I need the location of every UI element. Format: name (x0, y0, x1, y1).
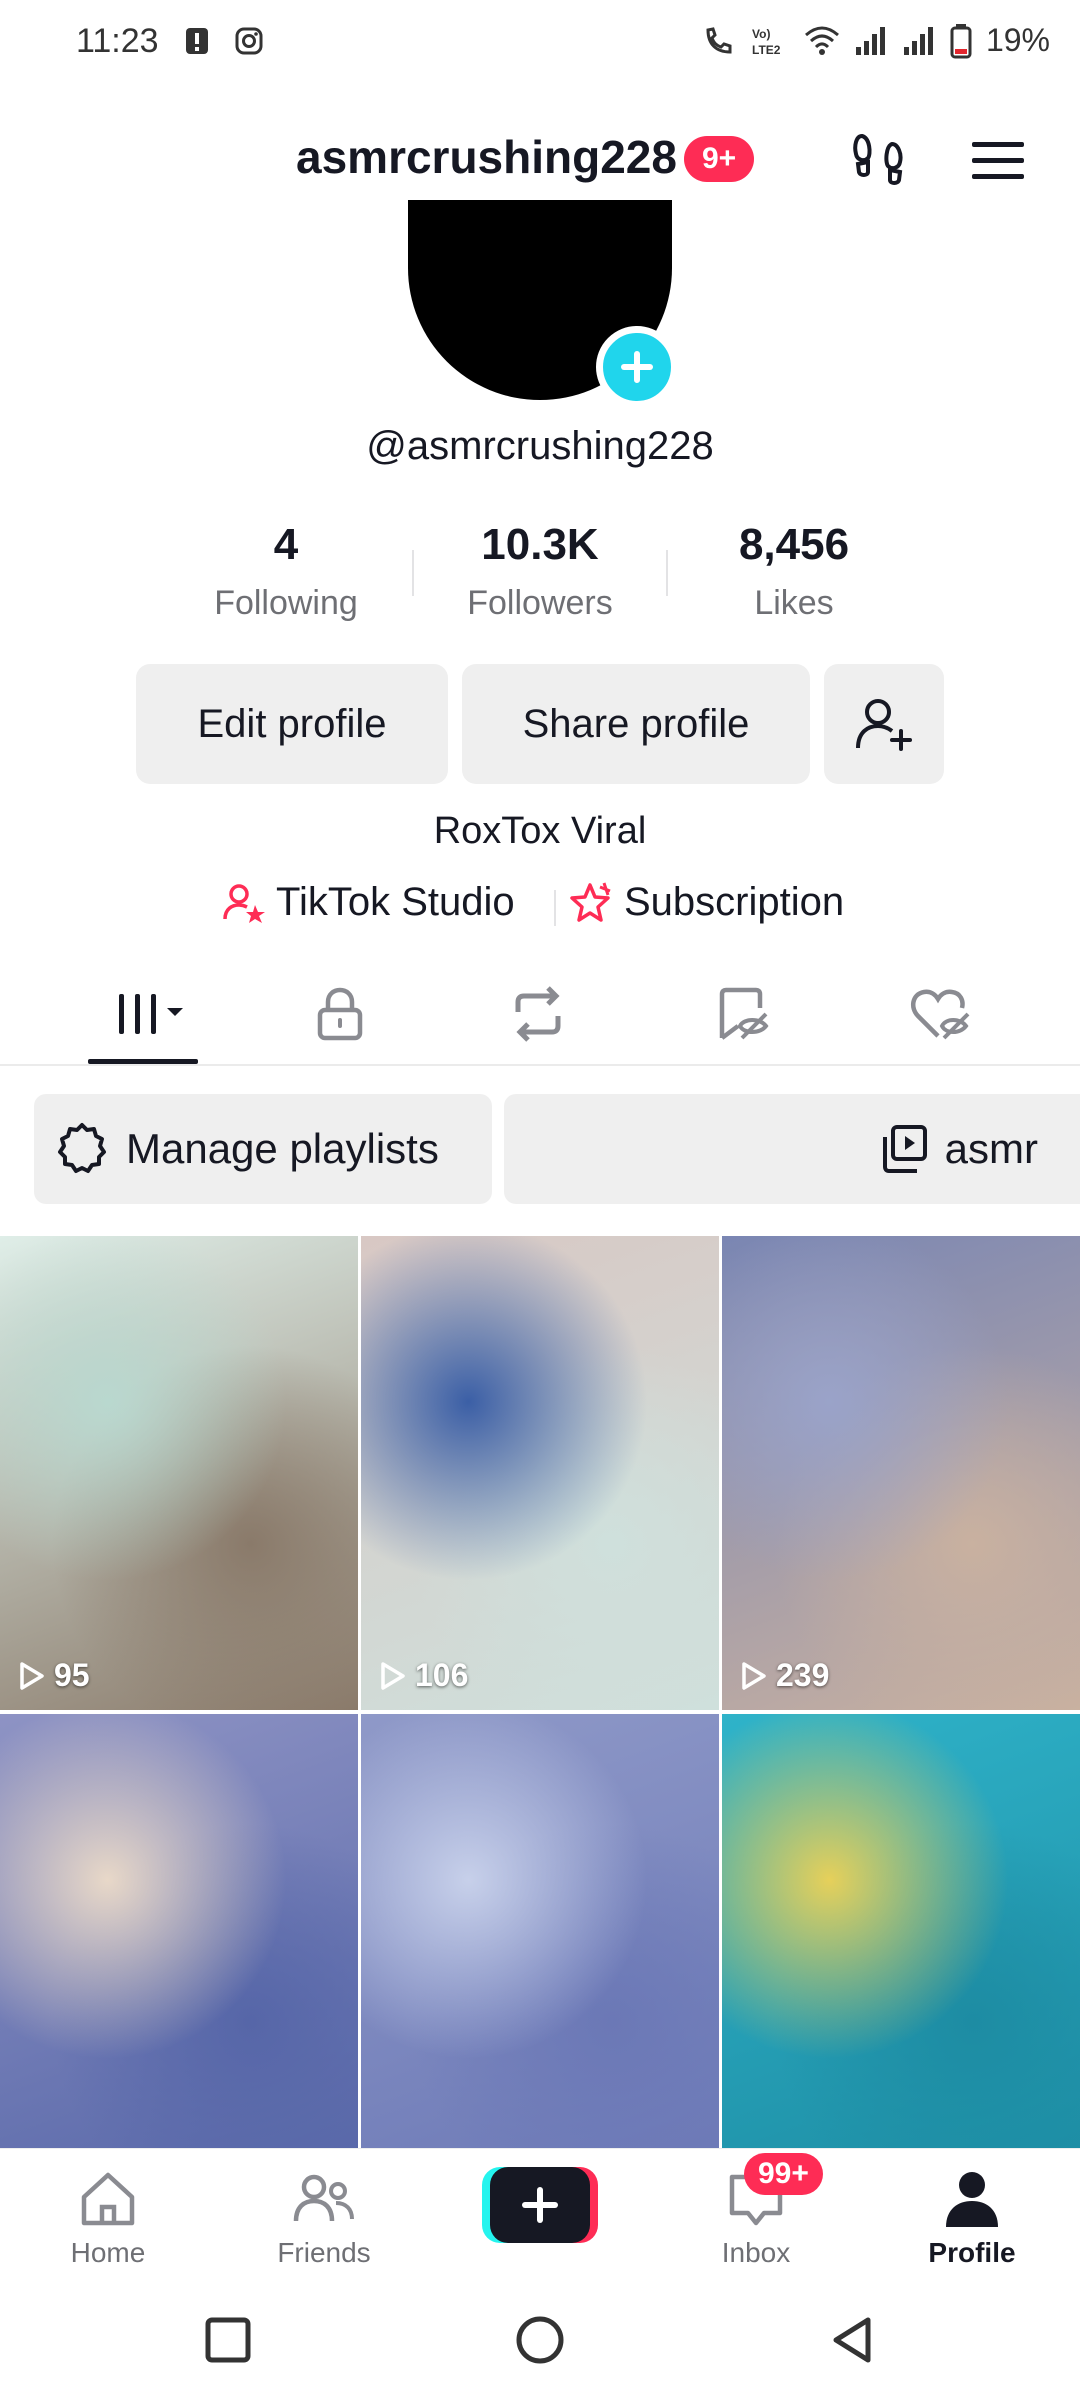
share-profile-button[interactable]: Share profile (462, 664, 810, 784)
tab-liked[interactable] (900, 982, 980, 1046)
view-count: 106 (377, 1657, 468, 1694)
subscription-link[interactable]: Subscription (570, 880, 844, 925)
view-count-value: 95 (54, 1657, 90, 1693)
stat-likes[interactable]: 8,456 Likes (674, 520, 914, 623)
create-button[interactable] (482, 2167, 598, 2243)
playlist-icon (882, 1125, 927, 1173)
tab-videos[interactable] (104, 982, 204, 1046)
manage-playlists-button[interactable]: Manage playlists (34, 1094, 492, 1204)
edit-profile-button[interactable]: Edit profile (136, 664, 448, 784)
video-thumbnail[interactable] (361, 1714, 719, 2148)
studio-icon (223, 883, 265, 923)
view-count: 239 (738, 1657, 829, 1694)
menu-icon[interactable] (966, 128, 1030, 192)
add-friend-button[interactable] (824, 664, 944, 784)
svg-text:LTE2: LTE2 (752, 43, 781, 57)
stat-likes-label: Likes (754, 584, 834, 622)
view-count-value: 106 (415, 1657, 469, 1693)
call-icon (706, 26, 732, 54)
wifi-icon (804, 26, 839, 55)
subscription-star-icon (570, 882, 611, 922)
svg-text:Vo): Vo) (752, 27, 770, 41)
video-thumbnail[interactable] (722, 1714, 1080, 2148)
nav-friends[interactable]: Friends (244, 2167, 404, 2269)
nav-inbox-label: Inbox (721, 2237, 791, 2268)
profile-icon (946, 2172, 998, 2227)
active-tab-indicator (88, 1059, 198, 1064)
stat-following-label: Following (214, 584, 358, 622)
stat-likes-value: 8,456 (738, 520, 850, 569)
signal-icon-2 (903, 26, 933, 55)
repost-icon (515, 986, 561, 1042)
stat-followers[interactable]: 10.3K Followers (420, 520, 660, 623)
nav-friends-label: Friends (277, 2237, 371, 2268)
lock-icon (317, 987, 363, 1041)
alert-icon (186, 28, 208, 54)
profile-bio: RoxTox Viral (433, 810, 647, 852)
video-thumbnail[interactable] (0, 1714, 358, 2148)
friends-icon (293, 2174, 354, 2222)
view-count: 95 (16, 1657, 90, 1694)
stat-followers-label: Followers (467, 584, 613, 622)
content-tabs (0, 960, 1080, 1066)
play-icon (381, 1661, 405, 1690)
account-notification-badge[interactable]: 9+ (684, 136, 755, 182)
profile-handle: @asmrcrushing228 (366, 424, 714, 468)
video-grid: 95 106 239 (0, 1236, 1080, 2148)
gear-icon (58, 1123, 106, 1173)
nav-home-label: Home (70, 2237, 146, 2268)
video-thumbnail[interactable]: 95 (0, 1236, 358, 1710)
profile-stats: 4 Following 10.3K Followers 8,456 Likes (0, 520, 1080, 630)
status-bar: 11:23 Vo) LTE2 19% (0, 0, 1080, 88)
heart-hidden-icon (910, 989, 970, 1040)
tab-private[interactable] (300, 982, 380, 1046)
system-navigation-bar (0, 2278, 1080, 2400)
volte-icon: Vo) LTE2 (752, 27, 781, 57)
playlist-chip-asmr[interactable]: asmr (504, 1094, 1080, 1204)
nav-profile[interactable]: Profile (892, 2167, 1052, 2269)
inbox-badge: 99+ (744, 2153, 823, 2195)
subscription-label: Subscription (624, 880, 845, 924)
video-thumbnail[interactable]: 239 (722, 1236, 1080, 1710)
battery-level: 19% (985, 22, 1050, 58)
bookmark-hidden-icon (719, 987, 769, 1040)
profile-header: asmrcrushing228 9+ (0, 120, 1080, 200)
back-icon[interactable] (826, 2314, 878, 2366)
status-time: 11:23 (76, 22, 159, 60)
tiktok-studio-label: TikTok Studio (276, 880, 515, 924)
home-circle-icon[interactable] (514, 2314, 566, 2366)
add-user-icon (856, 699, 912, 751)
tiktok-studio-link[interactable]: TikTok Studio (222, 880, 515, 925)
nav-profile-label: Profile (928, 2237, 1016, 2268)
view-count-value: 239 (776, 1657, 830, 1693)
header-username[interactable]: asmrcrushing228 (296, 130, 677, 184)
profile-links: TikTok Studio Subscription (0, 876, 1080, 936)
signal-icon (855, 26, 885, 55)
playlist-name: asmr (944, 1125, 1038, 1172)
play-icon (20, 1661, 44, 1690)
tab-reposts[interactable] (498, 982, 578, 1046)
video-thumbnail[interactable]: 106 (361, 1236, 719, 1710)
recents-icon[interactable] (202, 2314, 254, 2366)
footprints-icon[interactable] (848, 128, 912, 192)
nav-home[interactable]: Home (28, 2167, 188, 2269)
add-avatar-plus-icon[interactable] (596, 326, 678, 408)
tab-favorites[interactable] (702, 982, 782, 1046)
home-icon (81, 2172, 135, 2226)
play-icon (742, 1661, 766, 1690)
stat-following[interactable]: 4 Following (166, 520, 406, 623)
bottom-navigation: Home Friends Inbox 99+ Profile (0, 2148, 1080, 2278)
battery-icon (950, 23, 972, 58)
stat-followers-value: 10.3K (481, 520, 599, 569)
stat-following-value: 4 (273, 520, 299, 569)
manage-playlists-label: Manage playlists (126, 1125, 439, 1172)
instagram-icon (235, 27, 263, 55)
grid-bars-icon (119, 994, 183, 1034)
